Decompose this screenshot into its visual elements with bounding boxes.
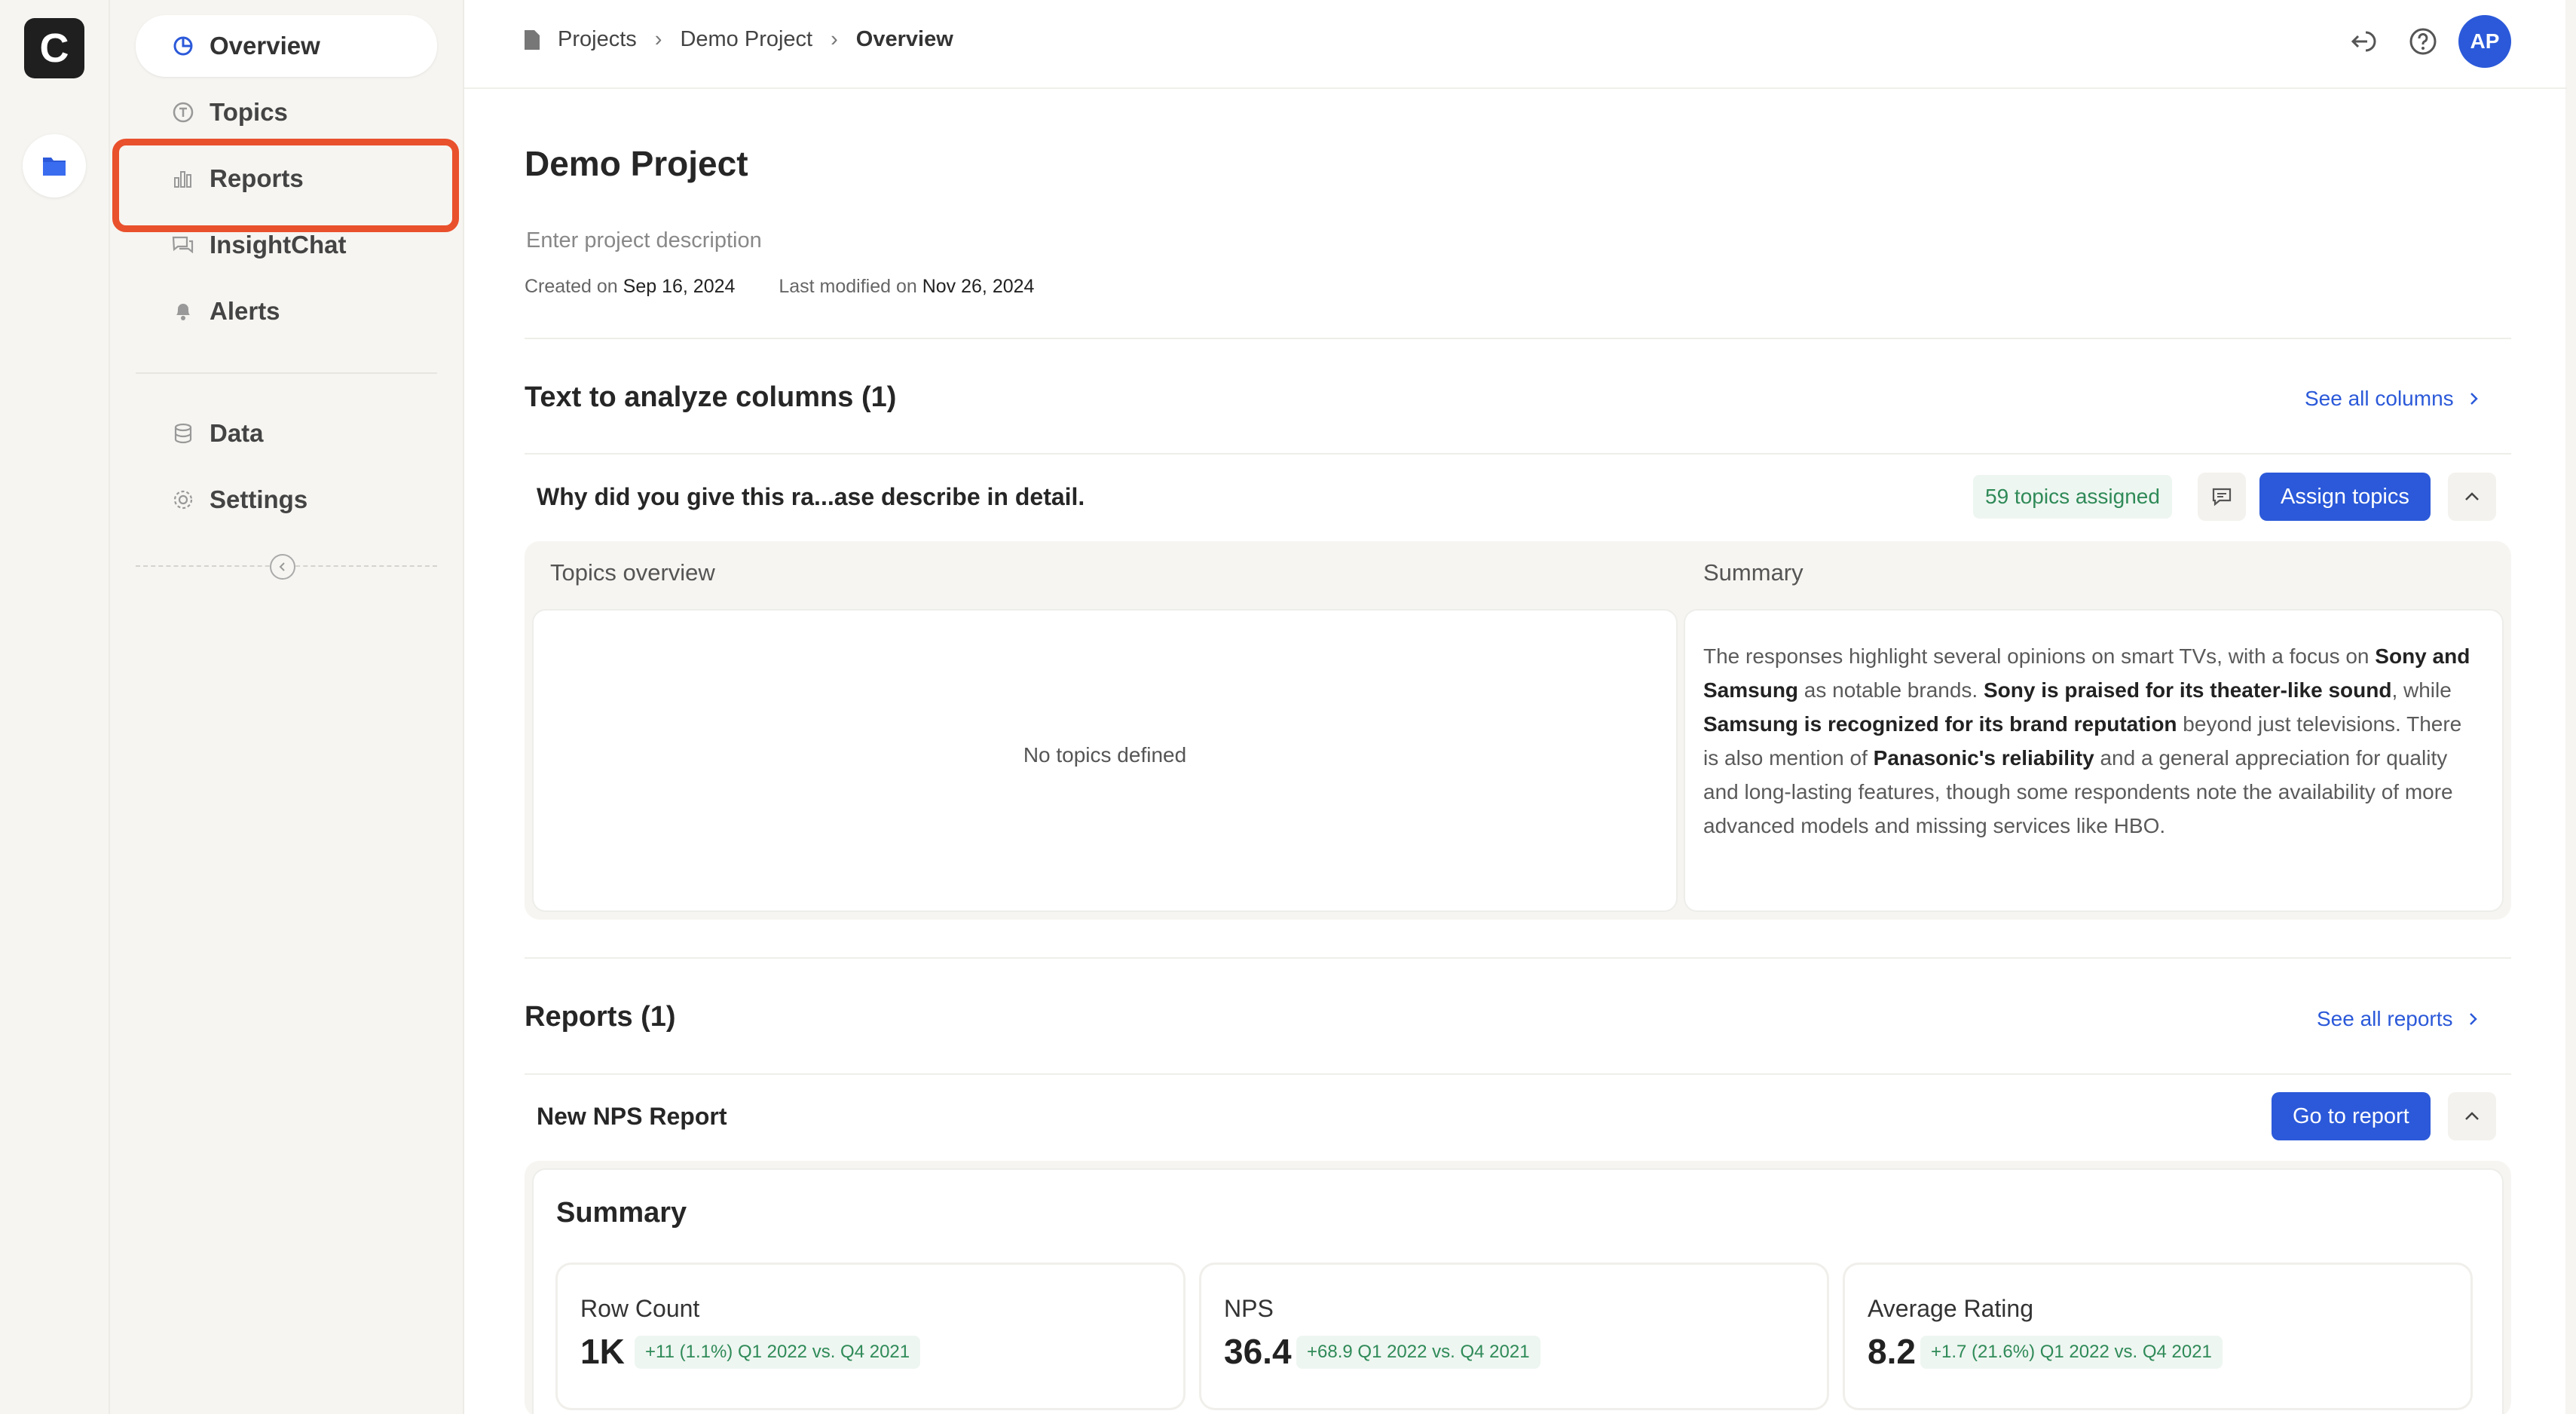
- arrow-left-exit-icon: [2351, 31, 2376, 52]
- sidebar-item-label: Overview: [210, 32, 320, 60]
- column-analysis-panel: Topics overview Summary No topics define…: [525, 541, 2511, 920]
- see-all-reports-label: See all reports: [2317, 1007, 2453, 1030]
- sidebar-item-alerts[interactable]: Alerts: [136, 280, 437, 342]
- summary-segment: , while: [2391, 678, 2452, 702]
- gear-icon: [170, 487, 196, 513]
- topics-overview-card: No topics defined: [534, 611, 1676, 911]
- created-label: Created on: [525, 276, 618, 297]
- report-name: New NPS Report: [537, 1103, 727, 1130]
- report-summary-title: Summary: [556, 1197, 687, 1229]
- chat-icon: [170, 232, 196, 258]
- kpi-card-row-count: Row Count 1K +11 (1.1%) Q1 2022 vs. Q4 2…: [558, 1265, 1183, 1408]
- topics-overview-label: Topics overview: [550, 559, 715, 586]
- created-date: Sep 16, 2024: [623, 276, 736, 297]
- breadcrumb-projects[interactable]: Projects: [558, 27, 637, 52]
- breadcrumb: Projects › Demo Project › Overview: [523, 27, 953, 52]
- help-button[interactable]: [2404, 23, 2442, 60]
- divider: [525, 957, 2511, 959]
- sidebar-item-topics[interactable]: Topics: [136, 81, 437, 143]
- app-rail: C: [0, 0, 110, 1414]
- sidebar-item-overview[interactable]: Overview: [136, 15, 437, 77]
- kpi-label: Average Rating: [1868, 1295, 2033, 1322]
- see-all-columns-label: See all columns: [2305, 387, 2454, 410]
- column-name: Why did you give this ra...ase describe …: [537, 483, 1085, 510]
- sidebar-item-label: InsightChat: [210, 231, 347, 259]
- summary-label: Summary: [1703, 559, 1804, 586]
- comment-icon: [2212, 488, 2232, 507]
- sidebar-item-settings[interactable]: Settings: [136, 469, 437, 531]
- top-bar: Projects › Demo Project › Overview AP: [464, 0, 2567, 89]
- sidebar-item-label: Settings: [210, 485, 308, 513]
- summary-segment: as notable brands.: [1798, 678, 1984, 702]
- summary-card: The responses highlight several opinions…: [1685, 611, 2502, 911]
- sidebar-item-label: Topics: [210, 98, 288, 126]
- breadcrumb-overview: Overview: [855, 27, 953, 51]
- modified-label: Last modified on: [779, 276, 917, 297]
- kpi-card-nps: NPS 36.4 +68.9 Q1 2022 vs. Q4 2021: [1201, 1265, 1827, 1408]
- sidebar-item-label: Alerts: [210, 297, 280, 325]
- chevron-right-icon: ›: [654, 27, 662, 51]
- kpi-label: NPS: [1224, 1295, 1274, 1322]
- collapse-report-button[interactable]: [2448, 1092, 2496, 1140]
- summary-segment: The responses highlight several opinions…: [1703, 644, 2376, 668]
- main-content: Projects › Demo Project › Overview AP De…: [463, 0, 2567, 1414]
- chevron-right-icon: ›: [831, 27, 838, 51]
- page-title: Demo Project: [525, 144, 748, 183]
- chevron-right-icon: [2469, 1013, 2477, 1025]
- reports-section-title: Reports (1): [525, 1001, 676, 1033]
- breadcrumb-demo-project[interactable]: Demo Project: [680, 27, 812, 52]
- summary-text: The responses highlight several opinions…: [1703, 639, 2472, 843]
- chevron-right-icon: [2470, 393, 2478, 405]
- projects-rail-button[interactable]: [23, 134, 86, 197]
- modified-date: Nov 26, 2024: [922, 276, 1035, 297]
- summary-highlight: Panasonic's reliability: [1873, 746, 2094, 770]
- database-icon: [170, 421, 196, 446]
- go-to-report-button[interactable]: Go to report: [2272, 1092, 2431, 1140]
- folder-icon: [43, 158, 66, 176]
- project-description-field[interactable]: Enter project description: [526, 228, 762, 253]
- divider: [525, 453, 2511, 454]
- see-all-columns-link[interactable]: See all columns: [2305, 387, 2481, 411]
- assign-topics-button[interactable]: Assign topics: [2259, 473, 2431, 521]
- kpi-value: 1K: [580, 1332, 625, 1371]
- chevron-up-icon: [2465, 492, 2479, 500]
- empty-state-text: No topics defined: [1023, 743, 1187, 767]
- chevron-left-icon: [279, 562, 285, 571]
- collapse-sidebar-button[interactable]: [270, 554, 295, 580]
- see-all-reports-link[interactable]: See all reports: [2317, 1007, 2480, 1031]
- sidebar-divider: [136, 372, 437, 374]
- sidebar-item-label: Data: [210, 419, 264, 447]
- sidebar-item-data[interactable]: Data: [136, 402, 437, 464]
- kpi-value: 8.2: [1868, 1332, 1916, 1371]
- help-icon: [2409, 28, 2437, 55]
- divider: [525, 1073, 2511, 1075]
- reports-highlight-box: [112, 139, 459, 232]
- topics-assigned-badge: 59 topics assigned: [1973, 475, 2172, 519]
- comment-button[interactable]: [2198, 473, 2246, 521]
- summary-highlight: Samsung is recognized for its brand repu…: [1703, 712, 2177, 736]
- kpi-delta-badge: +1.7 (21.6%) Q1 2022 vs. Q4 2021: [1920, 1336, 2223, 1369]
- project-dates: Created on Sep 16, 2024 Last modified on…: [525, 276, 1034, 298]
- pie-chart-icon: [170, 33, 196, 59]
- app-logo[interactable]: C: [24, 18, 84, 78]
- divider: [525, 338, 2511, 339]
- kpi-card-average-rating: Average Rating 8.2 +1.7 (21.6%) Q1 2022 …: [1845, 1265, 2470, 1408]
- chevron-up-icon: [2465, 1112, 2479, 1120]
- columns-section-title: Text to analyze columns (1): [525, 381, 897, 413]
- exit-button[interactable]: [2344, 23, 2382, 60]
- topic-icon: [170, 99, 196, 125]
- kpi-label: Row Count: [580, 1295, 700, 1322]
- avatar[interactable]: AP: [2458, 15, 2511, 68]
- kpi-value: 36.4: [1224, 1332, 1292, 1371]
- document-icon: [525, 29, 540, 50]
- kpi-delta-badge: +68.9 Q1 2022 vs. Q4 2021: [1296, 1336, 1540, 1369]
- bell-icon: [170, 298, 196, 324]
- collapse-column-button[interactable]: [2448, 473, 2496, 521]
- summary-highlight: Sony is praised for its theater-like sou…: [1983, 678, 2392, 702]
- kpi-delta-badge: +11 (1.1%) Q1 2022 vs. Q4 2021: [635, 1336, 921, 1369]
